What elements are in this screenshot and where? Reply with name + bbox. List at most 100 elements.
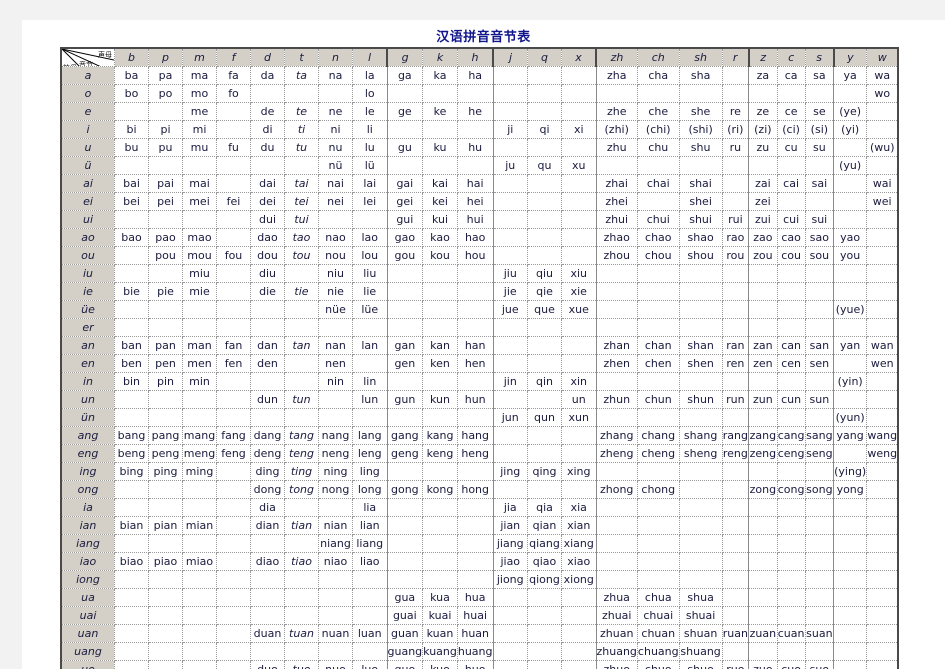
row-header-uang: uang <box>60 642 115 661</box>
syllable-cell-ji: ji <box>493 120 528 139</box>
syllable-cell-pai: pai <box>148 174 183 193</box>
syllable-cell-kai: kai <box>422 174 458 193</box>
empty-cell <box>250 156 285 175</box>
syllable-cell-qun: qun <box>527 408 562 427</box>
syllable-cell-zhang: zhang <box>596 426 638 445</box>
empty-cell <box>114 642 149 661</box>
empty-cell <box>637 372 680 391</box>
empty-cell <box>148 408 183 427</box>
syllable-cell-guang: guang <box>387 642 424 661</box>
table-row: ao bao pao mao dao tao nao lao gao kao hao zhao chao… <box>60 228 900 247</box>
syllable-cell-chui: chui <box>637 210 680 229</box>
empty-cell <box>833 624 868 643</box>
syllable-cell-leng: leng <box>352 444 388 463</box>
syllable-cell-sun: sun <box>805 390 835 409</box>
empty-cell <box>748 516 778 535</box>
row-header-ang: ang <box>60 426 115 445</box>
syllable-cell-cen: cen <box>777 354 806 373</box>
empty-cell <box>748 84 778 103</box>
empty-cell <box>493 480 528 499</box>
syllable-cell-dui: dui <box>250 210 285 229</box>
syllable-cell-du: du <box>250 138 285 157</box>
empty-cell <box>493 228 528 247</box>
column-header-sh: sh <box>679 47 723 67</box>
syllable-cell-ya: ya <box>833 66 868 85</box>
syllable-cell-fou: fou <box>216 246 251 265</box>
empty-cell <box>148 102 183 121</box>
empty-cell <box>527 66 562 85</box>
syllable-cell-zai: zai <box>748 174 778 193</box>
column-header-b: b <box>114 47 149 67</box>
syllable-cell-tou: tou <box>284 246 319 265</box>
syllable-cell-han: han <box>457 336 494 355</box>
empty-cell <box>318 210 353 229</box>
syllable-cell-zu: zu <box>748 138 778 157</box>
syllable-cell-dou: dou <box>250 246 285 265</box>
syllable-cell-di: di <box>250 120 285 139</box>
syllable-cell-zhu: zhu <box>596 138 638 157</box>
empty-cell <box>493 660 528 669</box>
syllable-cell-mao: mao <box>182 228 217 247</box>
empty-cell <box>777 156 806 175</box>
empty-cell <box>748 642 778 661</box>
table-row: uang guang kuang huang zhuang chuang shuang <box>60 642 900 661</box>
table-row: e me de te ne le ge ke he zhe che she re ze ce se (ye) <box>60 102 900 121</box>
empty-cell <box>457 534 494 553</box>
syllable-cell-nian: nian <box>318 516 353 535</box>
empty-cell <box>596 408 638 427</box>
empty-cell <box>216 660 251 669</box>
empty-cell <box>284 264 319 283</box>
empty-cell <box>866 552 900 571</box>
syllable-cell-ka: ka <box>422 66 458 85</box>
empty-cell <box>637 84 680 103</box>
syllable-cell-gou: gou <box>387 246 424 265</box>
empty-cell <box>148 318 183 337</box>
syllable-cell-wo: wo <box>866 84 900 103</box>
syllable-cell-gong: gong <box>387 480 424 499</box>
syllable-cell-pian: pian <box>148 516 183 535</box>
empty-cell <box>422 282 458 301</box>
syllable-cell-ling: ling <box>352 462 388 481</box>
empty-cell <box>457 84 494 103</box>
syllable-cell-fa: fa <box>216 66 251 85</box>
syllable-cell-feng: feng <box>216 444 251 463</box>
page-title: 汉语拼音音节表 <box>436 30 531 45</box>
syllable-cell-ding: ding <box>250 462 285 481</box>
syllable-cell-bi: bi <box>114 120 149 139</box>
empty-cell <box>387 462 424 481</box>
column-header-q: q <box>527 47 562 67</box>
syllable-cell-jue: jue <box>493 300 528 319</box>
empty-cell <box>284 606 319 625</box>
syllable-cell-cuan: cuan <box>777 624 806 643</box>
empty-cell <box>284 300 319 319</box>
empty-cell <box>387 408 424 427</box>
syllable-cell-ren: ren <box>722 354 750 373</box>
table-row: o bo po mo fo lo wo <box>60 84 900 103</box>
syllable-cell-ning: ning <box>318 462 353 481</box>
empty-cell <box>284 372 319 391</box>
empty-cell <box>493 642 528 661</box>
empty-cell <box>805 318 835 337</box>
syllable-cell-de: de <box>250 102 285 121</box>
syllable-cell-mang: mang <box>182 426 217 445</box>
syllable-cell-meng: meng <box>182 444 217 463</box>
syllable-cell-bai: bai <box>114 174 149 193</box>
syllable-cell-mo: mo <box>182 84 217 103</box>
empty-cell <box>114 606 149 625</box>
empty-cell <box>493 426 528 445</box>
empty-cell <box>493 588 528 607</box>
column-header-s: s <box>805 47 835 67</box>
syllable-cell-qi: qi <box>527 120 562 139</box>
table-row: ui dui tui gui kui hui zhui chui shui rui zui cui su… <box>60 210 900 229</box>
syllable-cell-zuo: zuo <box>748 660 778 669</box>
syllable-cell-que: que <box>527 300 562 319</box>
empty-cell <box>561 246 597 265</box>
syllable-cell-jing: jing <box>493 462 528 481</box>
empty-cell <box>457 372 494 391</box>
empty-cell <box>637 300 680 319</box>
empty-cell <box>493 210 528 229</box>
syllable-cell-zhe: zhe <box>596 102 638 121</box>
table-row: in bin pin min nin lin jin qin xin (yin) <box>60 372 900 391</box>
column-header-m: m <box>182 47 217 67</box>
table-row: üe nüe lüe jue que xue (yue) <box>60 300 900 319</box>
